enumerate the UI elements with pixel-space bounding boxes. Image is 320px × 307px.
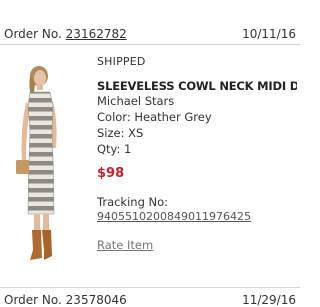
order-number-row: Order No. 23162782 <box>4 27 127 41</box>
next-order-date: 11/29/16 <box>242 293 296 307</box>
product-image[interactable] <box>8 62 70 262</box>
tracking-label: Tracking No: <box>97 195 169 209</box>
product-brand: Michael Stars <box>97 94 175 108</box>
product-title-link[interactable]: SLEEVELESS COWL NECK MIDI DRE... <box>97 79 297 93</box>
shipping-status: SHIPPED <box>97 55 146 68</box>
order-divider <box>0 287 300 288</box>
product-price: $98 <box>97 166 125 181</box>
order-item-details: SHIPPED SLEEVELESS COWL NECK MIDI DRE...… <box>97 52 297 253</box>
next-order-number-label: Order No. <box>4 293 62 307</box>
rate-item-link[interactable]: Rate Item <box>97 238 153 252</box>
model-in-striped-dress-image <box>16 66 57 260</box>
product-color: Color: Heather Grey <box>97 110 212 124</box>
order-number-link[interactable]: 23162782 <box>66 27 127 41</box>
tracking-number-link[interactable]: 9405510200849011976425 <box>97 210 297 224</box>
order-date: 10/11/16 <box>242 27 296 41</box>
next-order-number-link[interactable]: 23578046 <box>66 293 127 307</box>
order-header: Order No. 23162782 10/11/16 <box>0 0 300 45</box>
product-quantity: Qty: 1 <box>97 142 132 156</box>
next-order-number-row: Order No. 23578046 <box>4 293 127 307</box>
order-number-label: Order No. <box>4 27 62 41</box>
product-size: Size: XS <box>97 126 144 140</box>
